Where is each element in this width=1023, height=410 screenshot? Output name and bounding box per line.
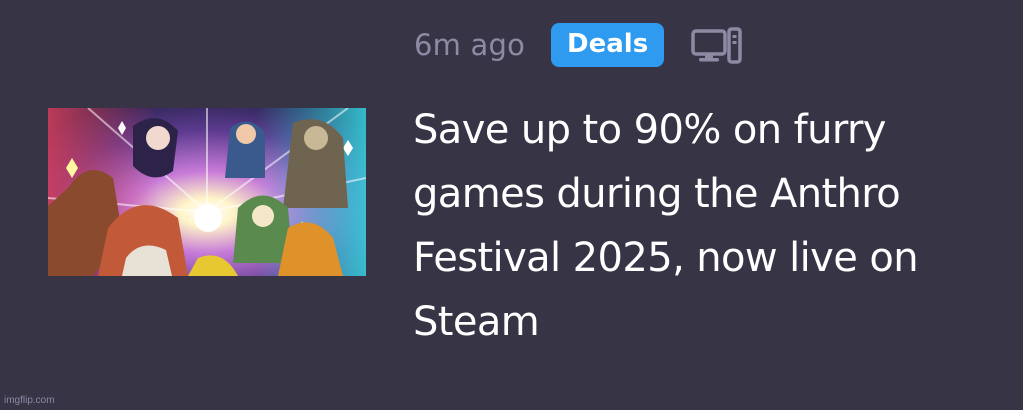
category-tag-deals[interactable]: Deals [551, 23, 665, 67]
imgflip-watermark: imgflip.com [4, 395, 55, 406]
article-meta-row: 6m ago Deals [414, 22, 743, 68]
festival-artwork-thumbnail[interactable] [48, 108, 366, 276]
article-timestamp: 6m ago [414, 28, 526, 62]
article-headline[interactable]: Save up to 90% on furry games during the… [413, 98, 1003, 354]
pc-monitor-icon [691, 25, 743, 65]
